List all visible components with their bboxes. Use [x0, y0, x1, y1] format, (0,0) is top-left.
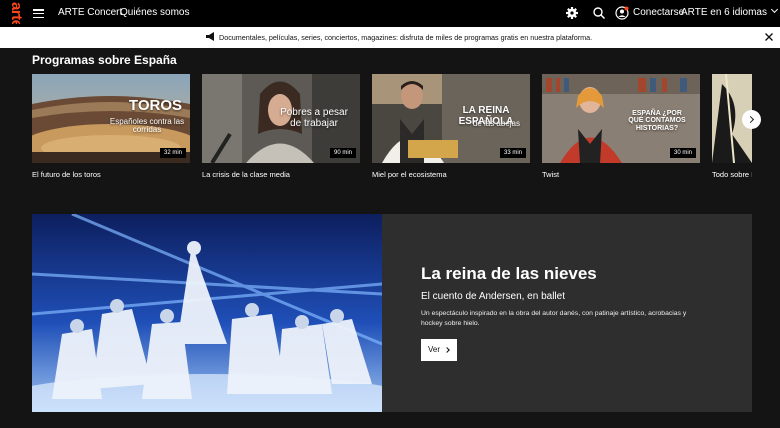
language-selector[interactable]: ARTE en 6 idiomas: [681, 5, 779, 18]
banner-text: Documentales, películas, series, concier…: [219, 33, 593, 42]
duration-badge: 32 min: [159, 148, 186, 158]
overlay-subtitle: de las abejas: [472, 119, 520, 128]
section-title: Programas sobre España: [32, 53, 177, 67]
gear-icon[interactable]: [565, 6, 579, 20]
watch-button[interactable]: Ver: [421, 339, 457, 361]
login-link[interactable]: Conectarse: [633, 7, 684, 18]
thumbnail[interactable]: ESPAÑA ¿POR QUÉ CONTAMOS HISTORIAS? 30 m…: [542, 74, 700, 163]
chevron-right-icon: [444, 346, 450, 353]
megaphone-icon: [206, 32, 214, 41]
program-card[interactable]: TOROS Españoles contra las corridas 32 m…: [32, 74, 190, 179]
search-icon[interactable]: [592, 6, 606, 20]
duration-badge: 33 min: [499, 148, 526, 158]
featured-banner: La reina de las nieves El cuento de Ande…: [32, 214, 752, 412]
nav-arte-concert[interactable]: ARTE Concert: [58, 7, 122, 18]
card-title[interactable]: Miel por el ecosistema: [372, 170, 530, 179]
thumbnail[interactable]: TOROS Españoles contra las corridas 32 m…: [32, 74, 190, 163]
card-title[interactable]: El futuro de los toros: [32, 170, 190, 179]
user-icon[interactable]: [615, 6, 629, 20]
overlay-title: ESPAÑA ¿POR QUÉ CONTAMOS HISTORIAS?: [628, 110, 686, 132]
featured-description: Un espectáculo inspirado en la obra del …: [421, 310, 687, 327]
nav-quienes-somos[interactable]: Quiénes somos: [120, 7, 189, 18]
close-icon[interactable]: [764, 32, 774, 42]
overlay-subtitle: Españoles contra las corridas: [109, 117, 185, 135]
thumbnail[interactable]: Pobres a pesar de trabajar 90 min: [202, 74, 360, 163]
menu-icon[interactable]: [33, 9, 44, 19]
thumbnail[interactable]: LA REINA ESPAÑOLA de las abejas 33 min: [372, 74, 530, 163]
overlay-title: Pobres a pesar de trabajar: [280, 107, 348, 129]
card-title[interactable]: Todo sobre B: [712, 170, 752, 179]
duration-badge: 90 min: [329, 148, 356, 158]
overlay-title: TOROS: [128, 97, 182, 114]
featured-title[interactable]: La reina de las nieves: [421, 264, 597, 284]
program-card[interactable]: ESPAÑA ¿POR QUÉ CONTAMOS HISTORIAS? 30 m…: [542, 74, 700, 179]
card-title[interactable]: Twist: [542, 170, 700, 179]
duration-badge: 30 min: [669, 148, 696, 158]
top-bar: arte ARTE Concert Quiénes somos Conectar…: [0, 0, 780, 27]
arte-logo[interactable]: arte: [12, 2, 24, 24]
info-banner: Documentales, películas, series, concier…: [0, 27, 780, 48]
chevron-down-icon: [770, 5, 779, 14]
featured-image[interactable]: [32, 214, 382, 412]
program-card[interactable]: Pobres a pesar de trabajar 90 min La cri…: [202, 74, 360, 179]
carousel-next-button[interactable]: [742, 110, 761, 129]
card-title[interactable]: La crisis de la clase media: [202, 170, 360, 179]
featured-subtitle: El cuento de Andersen, en ballet: [421, 291, 565, 302]
program-card[interactable]: LA REINA ESPAÑOLA de las abejas 33 min M…: [372, 74, 530, 179]
